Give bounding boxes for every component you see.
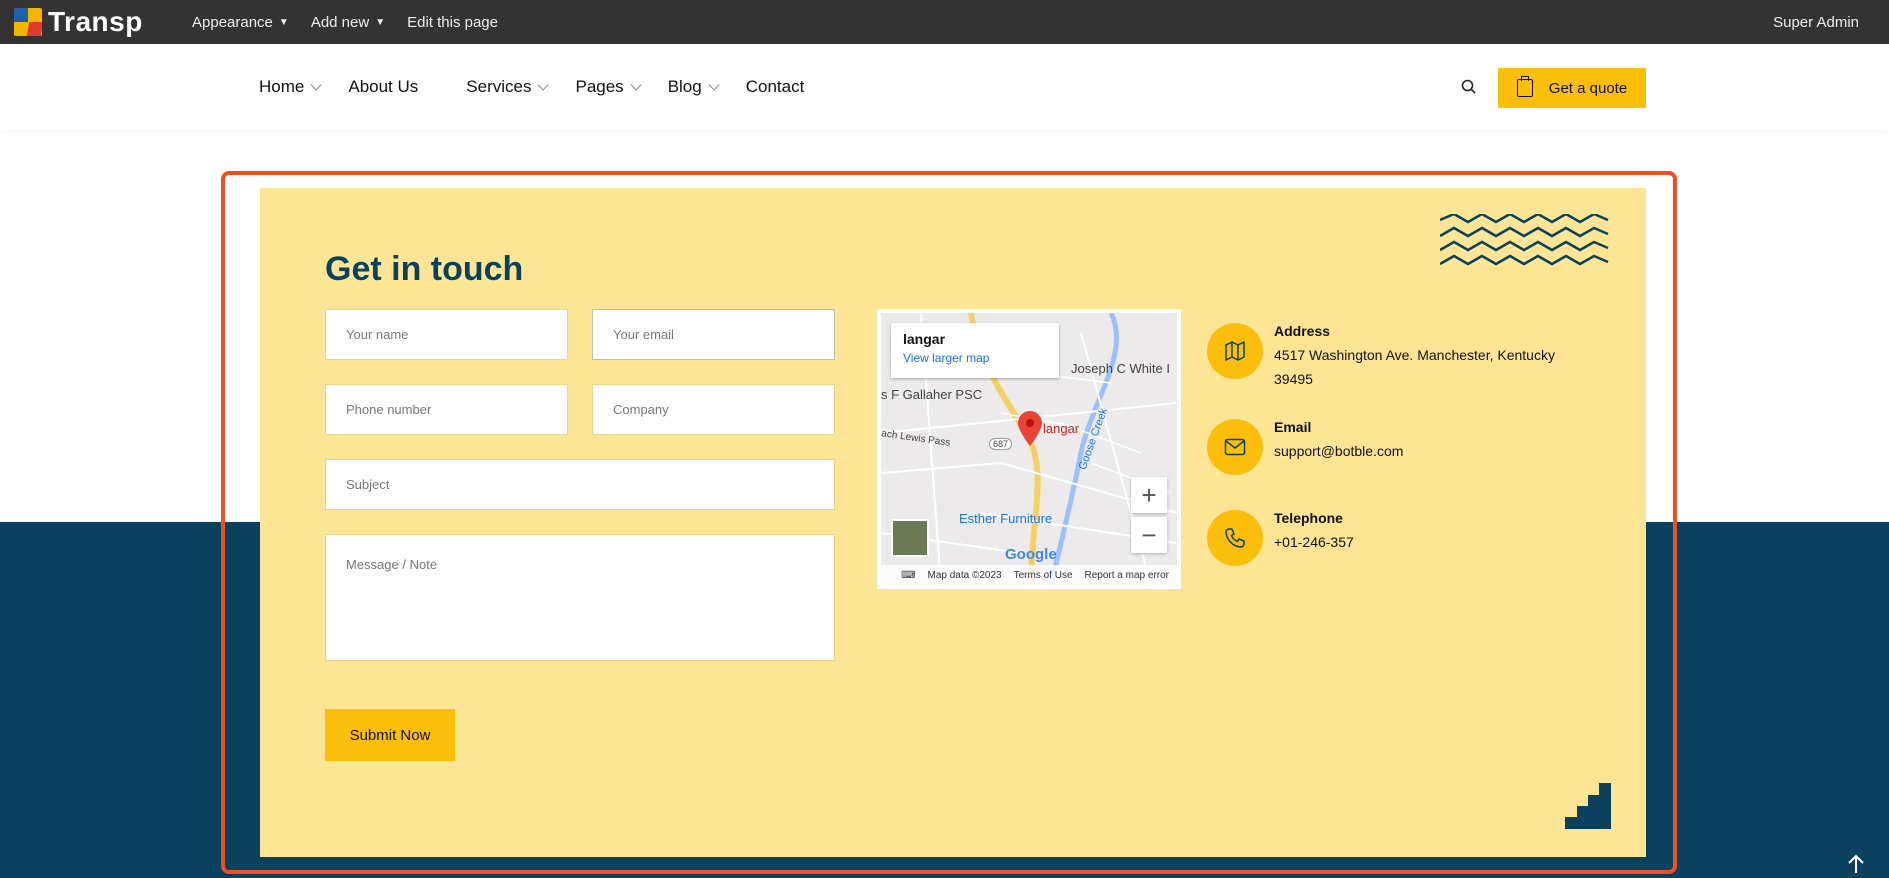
chevron-down-icon (310, 79, 323, 91)
main-nav: Home About Us Services Pages Blog Contac… (259, 44, 834, 130)
nav-label: About Us (348, 77, 419, 96)
caret-down-icon: ▼ (375, 16, 386, 28)
admin-menu-appearance[interactable]: Appearance ▼ (192, 14, 289, 31)
site-header: Home About Us Services Pages Blog Contac… (0, 44, 1889, 130)
nav-label: Home (259, 77, 305, 96)
nav-label: Services (466, 77, 532, 96)
nav-label: Pages (575, 77, 624, 96)
clipboard-icon (1516, 76, 1533, 97)
nav-label: Blog (667, 77, 702, 96)
get-quote-button[interactable]: Get a quote (1498, 68, 1646, 108)
brand-name: Transp (48, 6, 143, 37)
search-icon[interactable] (1460, 78, 1478, 96)
admin-bar: Transp Appearance ▼ Add new ▼ Edit this pa… (0, 0, 1889, 44)
selection-highlight-frame (221, 171, 1677, 874)
admin-menu-label: Add new (310, 13, 370, 31)
arrow-up-icon[interactable] (1844, 852, 1868, 876)
admin-menu-edit-page[interactable]: Edit this page (407, 14, 498, 31)
admin-menu-label: Edit this page (407, 13, 498, 31)
admin-menu-add-new[interactable]: Add new ▼ (311, 14, 385, 31)
chevron-down-icon (537, 79, 550, 91)
nav-item-blog[interactable]: Blog (667, 77, 720, 97)
nav-label: Contact (745, 77, 805, 96)
logo-mark-icon (14, 8, 42, 36)
nav-item-pages[interactable]: Pages (575, 77, 642, 97)
brand-logo[interactable]: Transp (14, 6, 164, 38)
chevron-down-icon (630, 79, 642, 91)
admin-user-name: Super Admin (1773, 13, 1859, 31)
nav-item-contact[interactable]: Contact (746, 77, 805, 97)
admin-menu: Appearance ▼ Add new ▼ Edit this page (192, 14, 520, 31)
caret-down-icon: ▼ (278, 16, 289, 28)
nav-item-home[interactable]: Home (259, 77, 323, 97)
admin-user-menu[interactable]: Super Admin (1773, 0, 1859, 44)
admin-menu-label: Appearance (192, 13, 273, 31)
nav-item-about-us[interactable]: About Us (348, 77, 418, 97)
nav-item-services[interactable]: Services (466, 77, 550, 97)
chevron-down-icon (708, 79, 720, 91)
get-quote-label: Get a quote (1548, 79, 1628, 97)
